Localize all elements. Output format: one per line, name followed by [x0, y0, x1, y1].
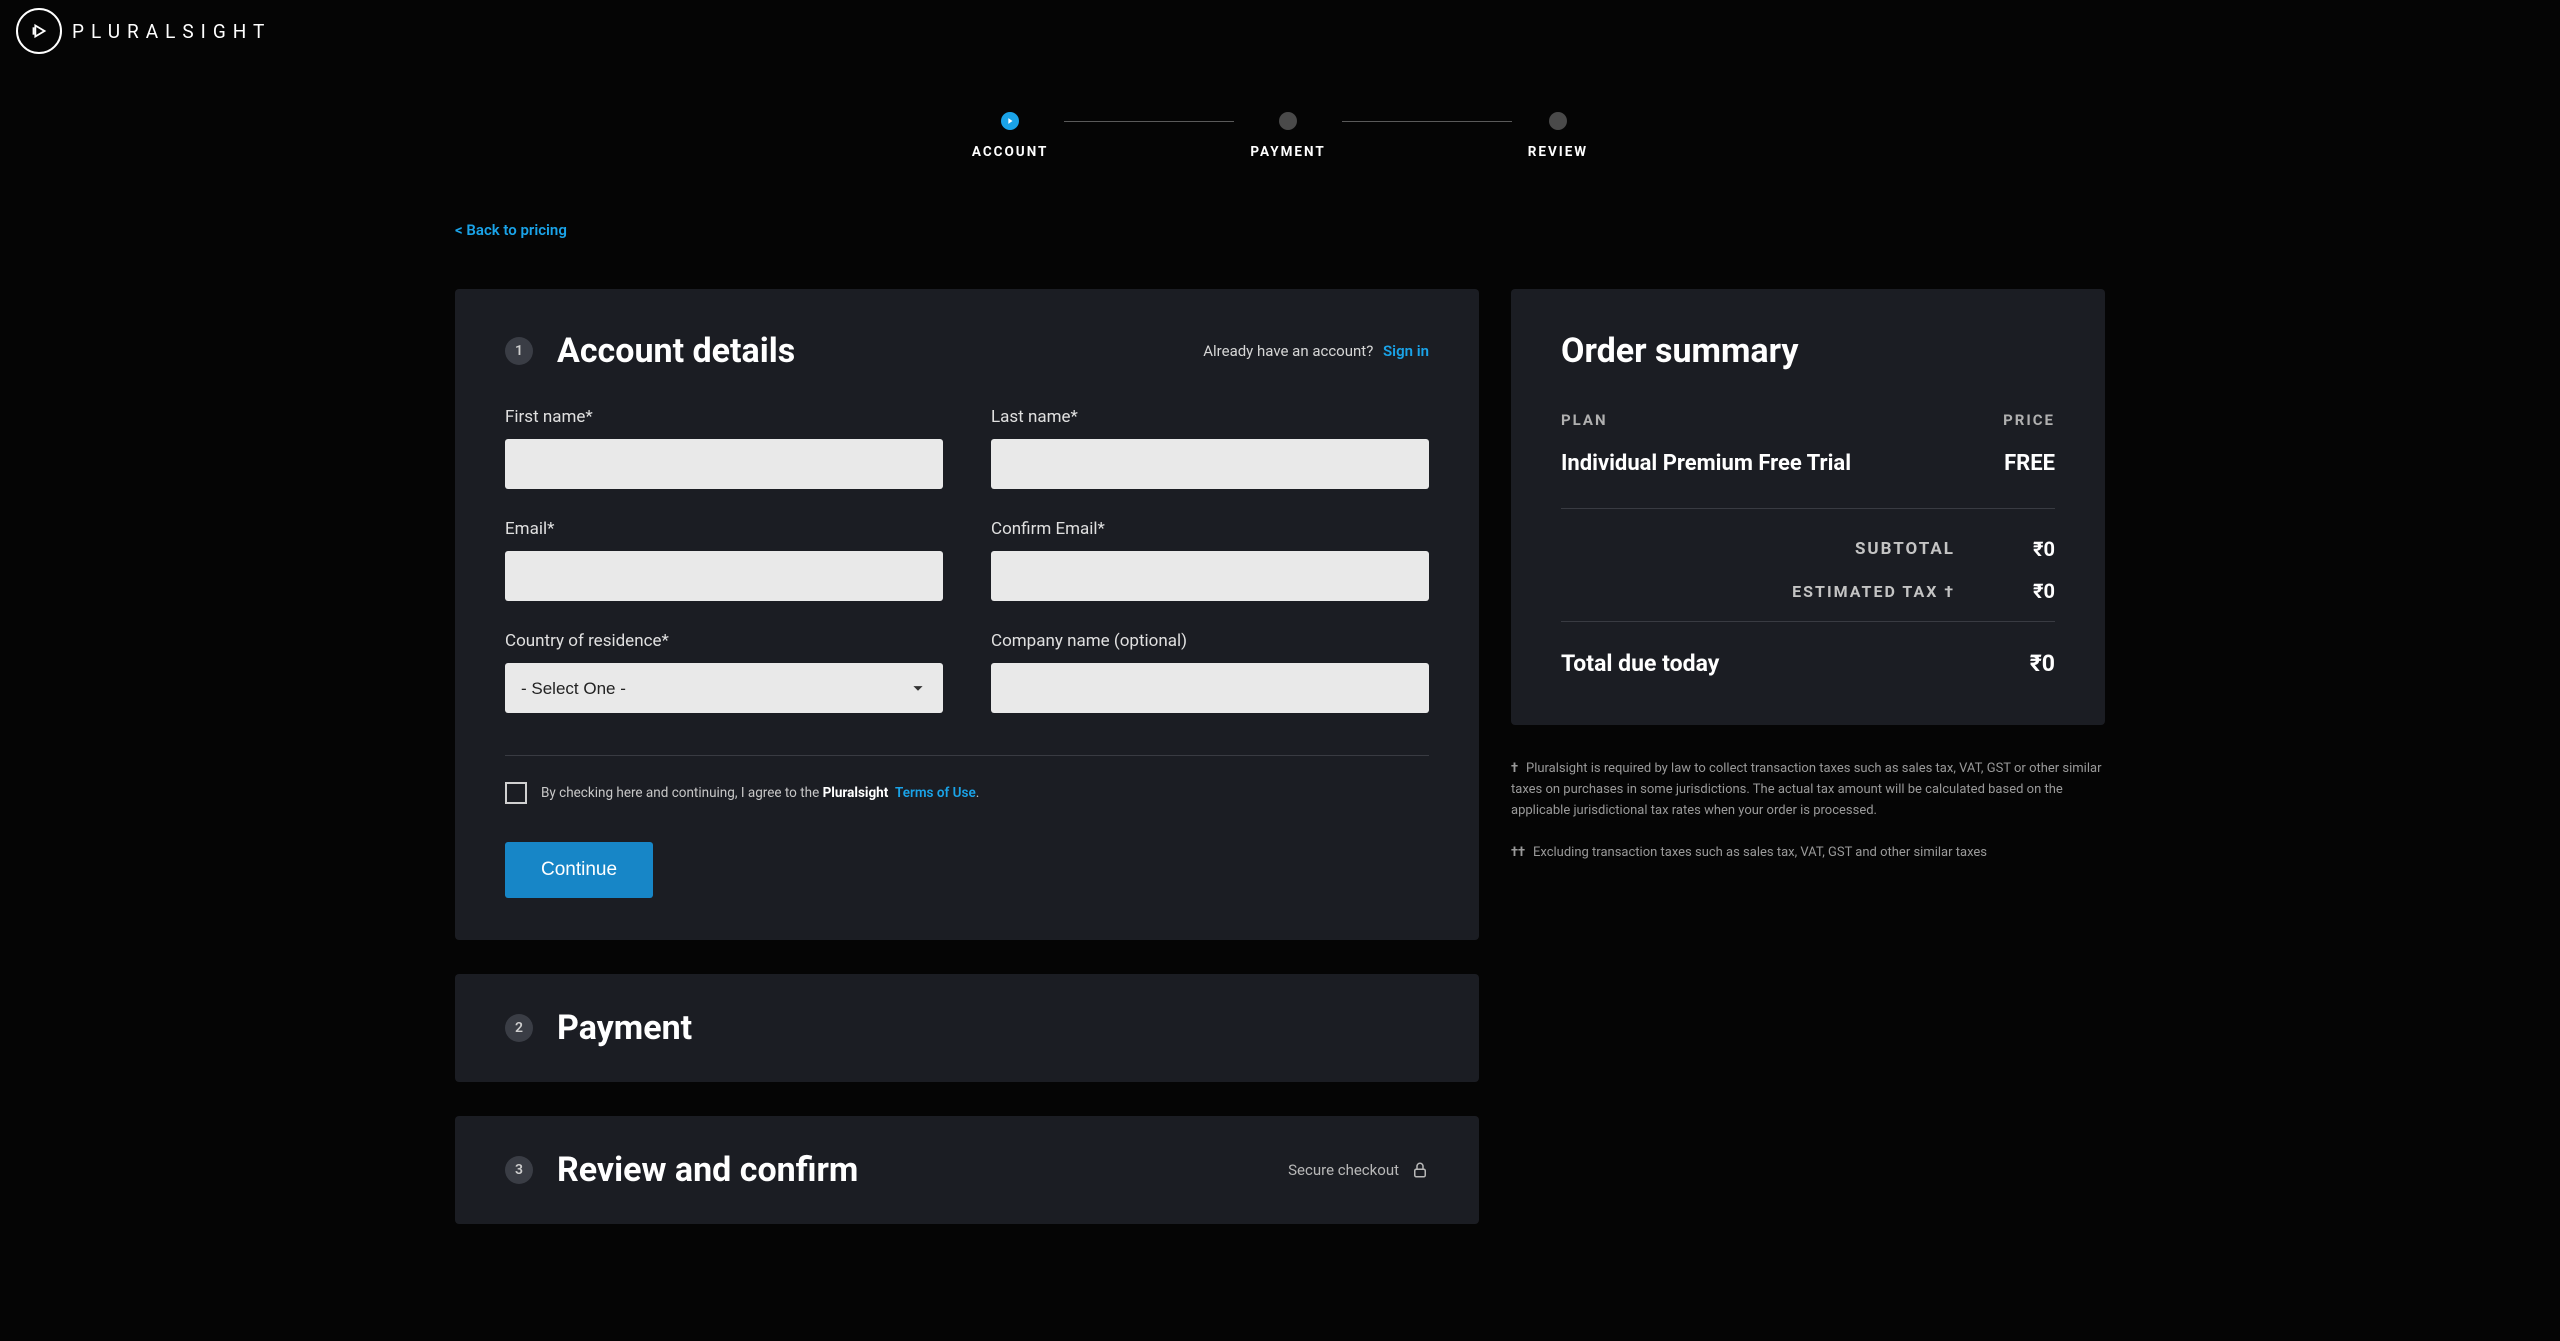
footnote-1-marker: † — [1511, 761, 1518, 776]
tax-value: ₹0 — [1955, 579, 2055, 603]
total-label: Total due today — [1561, 650, 1719, 677]
review-panel: 3 Review and confirm Secure checkout — [455, 1116, 1479, 1224]
logo[interactable]: PLURALSIGHT — [16, 8, 271, 54]
first-name-field-group: First name* — [505, 407, 943, 489]
payment-panel: 2 Payment — [455, 974, 1479, 1082]
country-label: Country of residence* — [505, 631, 943, 651]
email-field-group: Email* — [505, 519, 943, 601]
sign-in-link[interactable]: Sign in — [1383, 342, 1429, 360]
panel-header: 1 Account details Already have an accoun… — [505, 331, 1429, 371]
lock-icon — [1411, 1161, 1429, 1179]
step-label: ACCOUNT — [972, 144, 1049, 160]
subtotal-label: SUBTOTAL — [1561, 539, 1955, 559]
last-name-field-group: Last name* — [991, 407, 1429, 489]
terms-row: By checking here and continuing, I agree… — [505, 782, 1429, 804]
right-column: Order summary PLAN PRICE Individual Prem… — [1511, 289, 2105, 886]
plan-name: Individual Premium Free Trial — [1561, 451, 1851, 476]
divider — [1561, 508, 2055, 509]
back-to-pricing-link[interactable]: < Back to pricing — [455, 221, 567, 239]
panel-title: Review and confirm — [557, 1150, 858, 1190]
terms-prefix: By checking here and continuing, I agree… — [541, 785, 823, 801]
plan-header: PLAN — [1561, 411, 1608, 429]
country-field-group: Country of residence* - Select One - — [505, 631, 943, 713]
pluralsight-logo-icon — [16, 8, 62, 54]
main-content: < Back to pricing 1 Account details Alre… — [415, 220, 2145, 1258]
plan-row: Individual Premium Free Trial FREE — [1561, 451, 2055, 476]
panel-title-group: 1 Account details — [505, 331, 795, 371]
account-form: First name* Last name* Email* Confirm Em… — [505, 407, 1429, 713]
panel-title-group: 3 Review and confirm — [505, 1150, 858, 1190]
company-input[interactable] — [991, 663, 1429, 713]
footnote-1-text: Pluralsight is required by law to collec… — [1511, 761, 2102, 818]
confirm-email-label: Confirm Email* — [991, 519, 1429, 539]
tax-row: ESTIMATED TAX † ₹0 — [1561, 579, 2055, 603]
left-column: 1 Account details Already have an accoun… — [455, 289, 1479, 1258]
step-label: REVIEW — [1528, 144, 1588, 160]
plan-price: FREE — [2004, 451, 2055, 476]
divider — [1561, 621, 2055, 622]
step-payment: PAYMENT — [1250, 112, 1325, 160]
step-connector — [1342, 121, 1512, 122]
secure-checkout: Secure checkout — [1288, 1161, 1429, 1179]
subtotal-row: SUBTOTAL ₹0 — [1561, 537, 2055, 561]
last-name-label: Last name* — [991, 407, 1429, 427]
step-connector — [1064, 121, 1234, 122]
step-number-badge: 3 — [505, 1156, 533, 1184]
panel-title-group: 2 Payment — [505, 1008, 692, 1048]
step-circle-active-icon — [1001, 112, 1019, 130]
country-select[interactable]: - Select One - — [505, 663, 943, 713]
order-summary-panel: Order summary PLAN PRICE Individual Prem… — [1511, 289, 2105, 725]
email-input[interactable] — [505, 551, 943, 601]
continue-button[interactable]: Continue — [505, 842, 653, 898]
terms-text: By checking here and continuing, I agree… — [541, 785, 979, 801]
already-text: Already have an account? — [1203, 342, 1373, 360]
terms-of-use-link[interactable]: Terms of Use — [895, 785, 976, 801]
step-number-badge: 2 — [505, 1014, 533, 1042]
step-circle-icon — [1549, 112, 1567, 130]
company-field-group: Company name (optional) — [991, 631, 1429, 713]
footnote-2-marker: †† — [1511, 845, 1525, 860]
step-circle-icon — [1279, 112, 1297, 130]
footnote-2-text: Excluding transaction taxes such as sale… — [1533, 845, 1987, 860]
summary-title: Order summary — [1561, 331, 2055, 371]
summary-header-row: PLAN PRICE — [1561, 411, 2055, 429]
total-row: Total due today ₹0 — [1561, 650, 2055, 677]
step-account: ACCOUNT — [972, 112, 1049, 160]
confirm-email-input[interactable] — [991, 551, 1429, 601]
panel-title: Payment — [557, 1008, 692, 1048]
footnote-1: †Pluralsight is required by law to colle… — [1511, 759, 2105, 821]
columns: 1 Account details Already have an accoun… — [455, 289, 2105, 1258]
checkout-stepper: ACCOUNT PAYMENT REVIEW — [0, 112, 2560, 160]
email-label: Email* — [505, 519, 943, 539]
already-have-account: Already have an account? Sign in — [1203, 342, 1429, 360]
divider — [505, 755, 1429, 756]
terms-checkbox[interactable] — [505, 782, 527, 804]
step-review: REVIEW — [1528, 112, 1588, 160]
price-header: PRICE — [2003, 411, 2055, 429]
company-label: Company name (optional) — [991, 631, 1429, 651]
total-value: ₹0 — [2030, 650, 2055, 677]
header: PLURALSIGHT — [0, 0, 2560, 62]
first-name-label: First name* — [505, 407, 943, 427]
last-name-input[interactable] — [991, 439, 1429, 489]
footnotes: †Pluralsight is required by law to colle… — [1511, 759, 2105, 864]
account-details-panel: 1 Account details Already have an accoun… — [455, 289, 1479, 940]
footnote-2: †† Excluding transaction taxes such as sa… — [1511, 843, 2105, 864]
brand-name: PLURALSIGHT — [72, 20, 271, 43]
first-name-input[interactable] — [505, 439, 943, 489]
subtotal-value: ₹0 — [1955, 537, 2055, 561]
tax-label: ESTIMATED TAX † — [1561, 582, 1955, 601]
secure-checkout-text: Secure checkout — [1288, 1161, 1399, 1179]
confirm-email-field-group: Confirm Email* — [991, 519, 1429, 601]
panel-title: Account details — [557, 331, 795, 371]
terms-brand: Pluralsight — [823, 785, 889, 801]
step-label: PAYMENT — [1250, 144, 1325, 160]
step-number-badge: 1 — [505, 337, 533, 365]
